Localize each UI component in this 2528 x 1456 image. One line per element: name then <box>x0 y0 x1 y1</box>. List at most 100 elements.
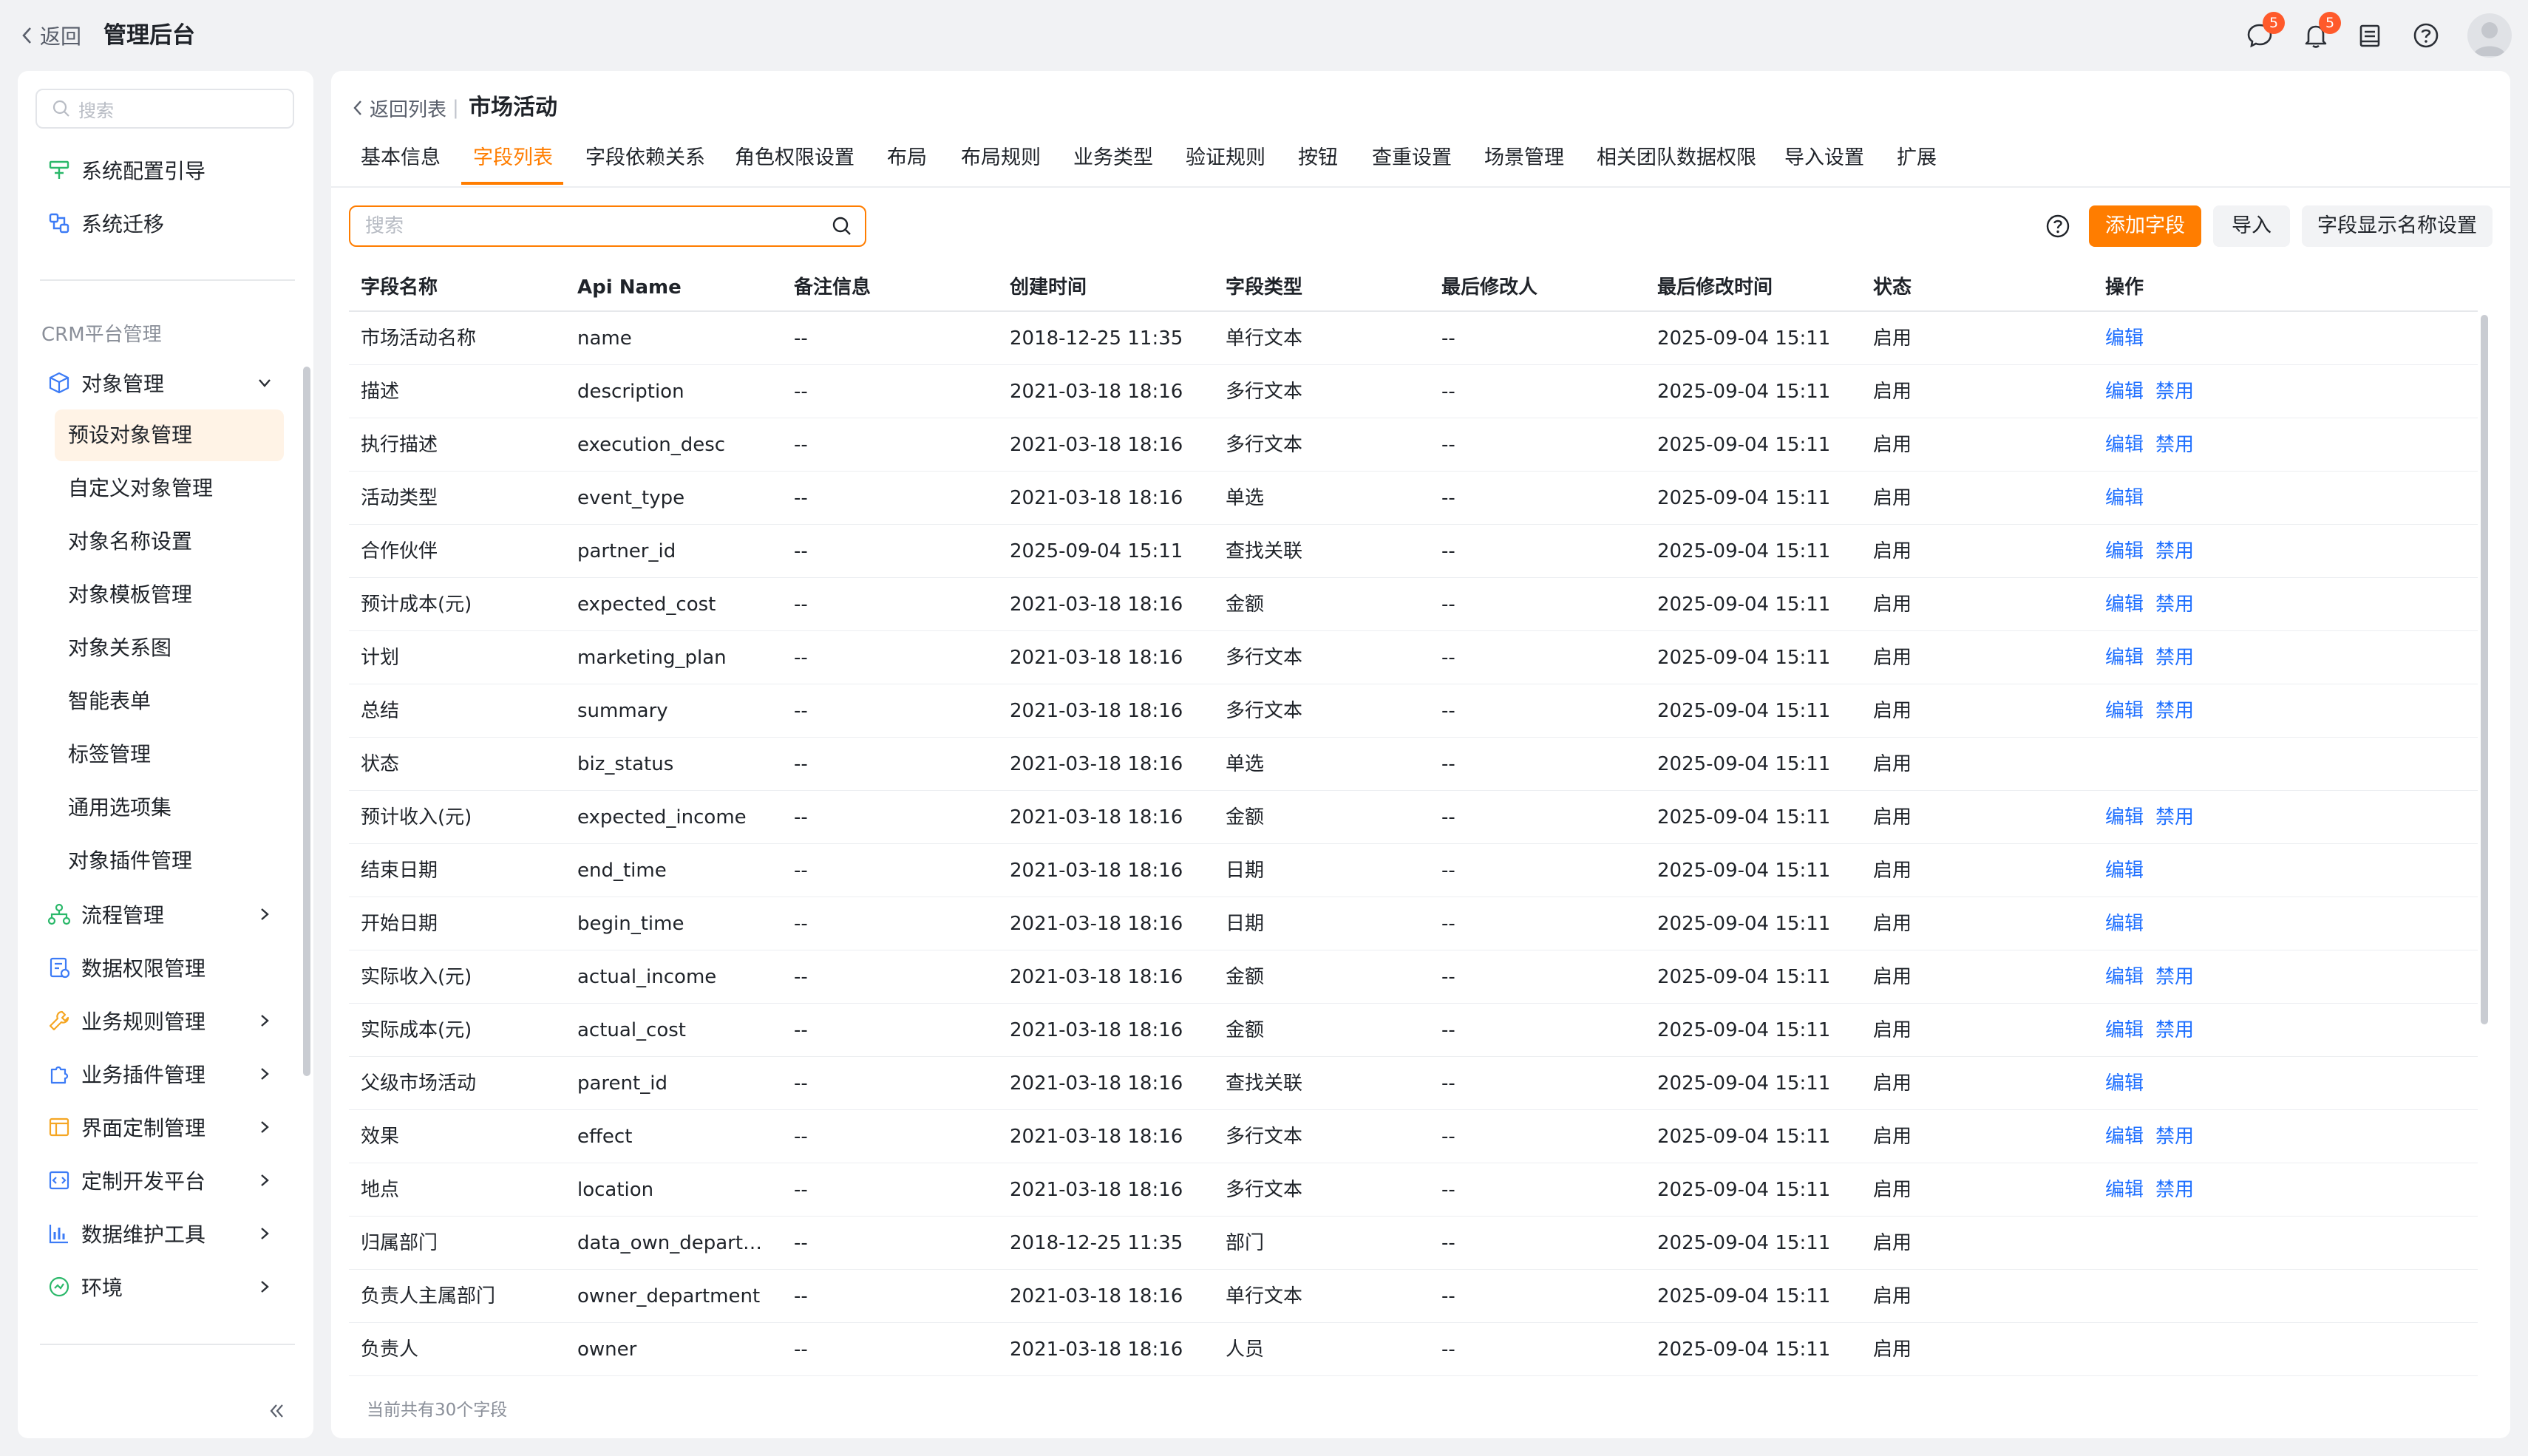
edit-link[interactable]: 编辑 <box>2105 806 2144 829</box>
tab-basic-info[interactable]: 基本信息 <box>361 130 441 186</box>
field-display-name-settings-button[interactable]: 字段显示名称设置 <box>2302 205 2493 247</box>
tab-field-dependencies[interactable]: 字段依赖关系 <box>585 130 705 186</box>
disable-link[interactable]: 禁用 <box>2155 593 2194 616</box>
cell-actions: 编辑 <box>2105 472 2401 525</box>
tab-team-data-permissions[interactable]: 相关团队数据权限 <box>1597 130 1756 186</box>
chat-button[interactable]: 5 <box>2238 12 2285 58</box>
cell-field-name: 归属部门 <box>361 1232 438 1254</box>
sidebar-subitem-object-relation-graph[interactable]: 对象关系图 <box>68 626 171 670</box>
table-scrollbar[interactable] <box>2481 315 2488 1024</box>
edit-link[interactable]: 编辑 <box>2105 381 2144 403</box>
sidebar-item-environment[interactable]: 环境 <box>46 1265 123 1309</box>
help-button[interactable] <box>2404 13 2448 58</box>
sidebar-subitem-tag-management[interactable]: 标签管理 <box>68 732 151 777</box>
chevron-right-icon[interactable] <box>256 1225 273 1242</box>
sidebar-item-system-migration[interactable]: 系统迁移 <box>46 201 164 245</box>
sidebar-item-config-guide[interactable]: 系统配置引导 <box>46 148 205 192</box>
chevron-right-icon[interactable] <box>256 1012 273 1030</box>
disable-link[interactable]: 禁用 <box>2155 381 2194 403</box>
tab-business-types[interactable]: 业务类型 <box>1073 130 1153 186</box>
tab-import-settings[interactable]: 导入设置 <box>1784 130 1864 186</box>
chevron-right-icon[interactable] <box>256 1278 273 1296</box>
back-button[interactable]: 返回 <box>19 18 81 53</box>
top-bar: 返回 管理后台 5 5 <box>0 0 2528 71</box>
edit-link[interactable]: 编辑 <box>2105 647 2144 669</box>
field-search-input[interactable] <box>364 214 831 238</box>
chevron-right-icon[interactable] <box>256 1065 273 1083</box>
cell-actions: 编辑 禁用 <box>2105 578 2401 631</box>
sidebar-subitem-object-plugins[interactable]: 对象插件管理 <box>68 839 192 883</box>
chevron-right-icon[interactable] <box>256 905 273 923</box>
sidebar-subitem-object-name-settings[interactable]: 对象名称设置 <box>68 520 192 564</box>
edit-link[interactable]: 编辑 <box>2105 966 2144 988</box>
notebook-button[interactable] <box>2348 13 2392 58</box>
cell-created-time: 2021-03-18 18:16 <box>1010 806 1183 829</box>
disable-link[interactable]: 禁用 <box>2155 540 2194 562</box>
help-icon[interactable] <box>2043 211 2073 241</box>
tab-layout-rules[interactable]: 布局规则 <box>961 130 1041 186</box>
cell-status: 启用 <box>1873 1019 1912 1041</box>
add-field-button[interactable]: 添加字段 <box>2089 205 2201 247</box>
collapse-sidebar-icon[interactable] <box>263 1398 290 1424</box>
disable-link[interactable]: 禁用 <box>2155 647 2194 669</box>
search-icon[interactable] <box>831 215 853 237</box>
tab-buttons[interactable]: 按钮 <box>1298 130 1338 186</box>
cell-actions: 编辑 <box>2105 312 2401 365</box>
sidebar-item-object-management[interactable]: 对象管理 <box>46 361 164 405</box>
chevron-right-icon[interactable] <box>256 1171 273 1189</box>
sidebar-item-business-rules[interactable]: 业务规则管理 <box>46 999 205 1043</box>
cell-api-name: partner_id <box>577 540 676 562</box>
disable-link[interactable]: 禁用 <box>2155 434 2194 456</box>
cell-created-time: 2021-03-18 18:16 <box>1010 966 1183 988</box>
sidebar-subitem-option-sets[interactable]: 通用选项集 <box>68 786 171 830</box>
edit-link[interactable]: 编辑 <box>2105 1126 2144 1148</box>
tab-field-list[interactable]: 字段列表 <box>473 130 553 186</box>
edit-link[interactable]: 编辑 <box>2105 540 2144 562</box>
sidebar-scrollbar[interactable] <box>303 367 310 1076</box>
tab-validation-rules[interactable]: 验证规则 <box>1186 130 1265 186</box>
chevron-right-icon[interactable] <box>256 1118 273 1136</box>
chevron-down-icon[interactable] <box>256 374 273 392</box>
sidebar-subitem-object-templates[interactable]: 对象模板管理 <box>68 573 192 617</box>
edit-link[interactable]: 编辑 <box>2105 860 2144 882</box>
sidebar-item-data-maintenance[interactable]: 数据维护工具 <box>46 1211 205 1256</box>
edit-link[interactable]: 编辑 <box>2105 913 2144 935</box>
search-icon <box>52 100 69 117</box>
edit-link[interactable]: 编辑 <box>2105 593 2144 616</box>
disable-link[interactable]: 禁用 <box>2155 1126 2194 1148</box>
tab-extensions[interactable]: 扩展 <box>1897 130 1937 186</box>
notification-button[interactable]: 5 <box>2294 12 2341 58</box>
tab-duplicate-check[interactable]: 查重设置 <box>1372 130 1452 186</box>
disable-link[interactable]: 禁用 <box>2155 1179 2194 1201</box>
tab-role-permissions[interactable]: 角色权限设置 <box>735 130 854 186</box>
cell-api-name: marketing_plan <box>577 647 727 669</box>
edit-link[interactable]: 编辑 <box>2105 700 2144 722</box>
sidebar-subitem-preset-objects[interactable]: 预设对象管理 <box>68 413 192 457</box>
edit-link[interactable]: 编辑 <box>2105 327 2144 350</box>
sidebar-item-business-plugins[interactable]: 业务插件管理 <box>46 1052 205 1096</box>
disable-link[interactable]: 禁用 <box>2155 1019 2194 1041</box>
tab-layout[interactable]: 布局 <box>887 130 927 186</box>
sidebar-item-flow-management[interactable]: 流程管理 <box>46 892 164 936</box>
sidebar-search-input[interactable]: 搜索 <box>35 89 294 129</box>
sidebar-item-ui-customization[interactable]: 界面定制管理 <box>46 1105 205 1149</box>
edit-link[interactable]: 编辑 <box>2105 1019 2144 1041</box>
disable-link[interactable]: 禁用 <box>2155 966 2194 988</box>
cell-created-time: 2021-03-18 18:16 <box>1010 753 1183 775</box>
cell-api-name: expected_cost <box>577 593 716 616</box>
sidebar-item-data-permission[interactable]: 数据权限管理 <box>46 945 205 990</box>
edit-link[interactable]: 编辑 <box>2105 1179 2144 1201</box>
sidebar-item-dev-platform[interactable]: 定制开发平台 <box>46 1158 205 1202</box>
tab-scene-management[interactable]: 场景管理 <box>1484 130 1564 186</box>
edit-link[interactable]: 编辑 <box>2105 1072 2144 1095</box>
import-button[interactable]: 导入 <box>2213 205 2290 247</box>
avatar[interactable] <box>2467 13 2512 58</box>
sidebar-subitem-custom-objects[interactable]: 自定义对象管理 <box>68 466 213 511</box>
cell-created-time: 2021-03-18 18:16 <box>1010 381 1183 403</box>
back-to-list-link[interactable]: 返回列表 <box>350 90 446 126</box>
sidebar-subitem-smart-forms[interactable]: 智能表单 <box>68 679 151 724</box>
edit-link[interactable]: 编辑 <box>2105 434 2144 456</box>
disable-link[interactable]: 禁用 <box>2155 806 2194 829</box>
edit-link[interactable]: 编辑 <box>2105 487 2144 509</box>
disable-link[interactable]: 禁用 <box>2155 700 2194 722</box>
